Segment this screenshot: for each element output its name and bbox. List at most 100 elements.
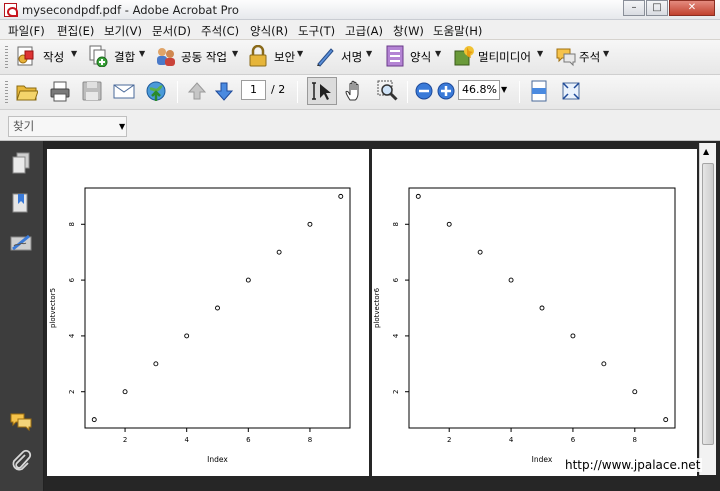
find-dropdown-icon[interactable]: ▼ xyxy=(119,122,125,131)
attachments-paperclip-icon[interactable] xyxy=(10,449,32,471)
y-tick-label: 2 xyxy=(392,389,400,393)
data-point xyxy=(477,249,483,255)
y-tick-label: 6 xyxy=(392,277,400,282)
data-point xyxy=(415,193,421,199)
data-point xyxy=(122,389,128,395)
scatter-plot-1: 2 4 6 8 2 4 6 8 Index plotvector5 xyxy=(49,187,351,464)
menu-file[interactable]: 파일(F) xyxy=(8,23,45,39)
close-button[interactable]: ✕ xyxy=(669,0,715,16)
vertical-scrollbar[interactable]: ▲ xyxy=(699,143,716,475)
menu-comments[interactable]: 주석(C) xyxy=(201,23,239,39)
y-tick-label: 4 xyxy=(392,333,400,338)
form-icon xyxy=(386,45,404,67)
save-icon[interactable] xyxy=(81,80,103,102)
y-tick-label: 4 xyxy=(68,333,76,338)
collaborate-button[interactable]: 공동 작업 ▼ xyxy=(155,45,239,69)
fit-page-icon[interactable] xyxy=(560,80,582,102)
zoom-in-icon[interactable] xyxy=(435,80,457,102)
data-point xyxy=(153,361,159,367)
scroll-thumb[interactable] xyxy=(702,163,714,445)
acrobat-icon xyxy=(4,3,18,17)
zoom-out-icon[interactable] xyxy=(413,80,435,102)
maximize-button[interactable]: □ xyxy=(646,0,668,16)
x-tick-label: 4 xyxy=(184,436,189,444)
combine-button[interactable]: 결합 ▼ xyxy=(87,45,147,69)
scroll-up-icon[interactable]: ▲ xyxy=(703,147,709,156)
x-tick-label: 2 xyxy=(447,436,451,444)
x-axis-label: Index xyxy=(532,455,553,464)
data-point xyxy=(91,417,97,423)
create-button[interactable]: 작성 ▼ xyxy=(15,45,77,69)
previous-page-icon[interactable] xyxy=(186,80,208,102)
y-tick-label: 8 xyxy=(68,222,76,226)
menu-view[interactable]: 보기(V) xyxy=(104,23,142,39)
menu-advanced[interactable]: 고급(A) xyxy=(345,23,383,39)
multimedia-icon xyxy=(454,46,474,66)
minimize-button[interactable]: – xyxy=(623,0,645,16)
x-axis-label: Index xyxy=(207,455,228,464)
watermark-url: http://www.jpalace.net xyxy=(563,458,703,472)
fit-width-scroll-icon[interactable] xyxy=(528,80,550,102)
menu-tools[interactable]: 도구(T) xyxy=(298,23,335,39)
lock-icon xyxy=(249,45,267,67)
multimedia-button[interactable]: 멀티미디어 ▼ xyxy=(453,45,545,69)
menu-window[interactable]: 창(W) xyxy=(393,23,424,39)
page-total: / 2 xyxy=(271,83,286,96)
combine-files-icon xyxy=(89,45,108,67)
data-point xyxy=(570,333,576,339)
menu-edit[interactable]: 편집(E) xyxy=(57,23,94,39)
menu-help[interactable]: 도움말(H) xyxy=(433,23,482,39)
data-point xyxy=(632,389,638,395)
next-page-icon[interactable] xyxy=(213,80,235,102)
x-tick-label: 8 xyxy=(308,436,312,444)
create-pdf-icon xyxy=(17,46,34,66)
open-folder-icon[interactable] xyxy=(16,80,38,102)
print-icon[interactable] xyxy=(49,80,71,102)
data-point xyxy=(446,221,452,227)
data-point xyxy=(307,221,313,227)
navigation-pane xyxy=(0,141,44,491)
menu-forms[interactable]: 양식(R) xyxy=(250,23,288,39)
x-tick-label: 6 xyxy=(571,436,576,444)
data-point xyxy=(184,333,190,339)
y-tick-label: 8 xyxy=(392,222,400,226)
tasks-toolbar: 작성 ▼ 결합 ▼ 공동 작업 ▼ 보안 ▼ 서명 ▼ 양식 ▼ 멀티미디어 ▼… xyxy=(0,40,720,75)
secure-button[interactable]: 보안 ▼ xyxy=(247,45,305,69)
data-point xyxy=(663,417,669,423)
signatures-panel-icon[interactable] xyxy=(10,232,32,254)
email-icon[interactable] xyxy=(113,80,135,102)
data-point xyxy=(508,277,514,283)
bookmarks-panel-icon[interactable] xyxy=(10,192,32,214)
comments-panel-icon[interactable] xyxy=(10,411,32,433)
menu-document[interactable]: 문서(D) xyxy=(152,23,191,39)
data-point xyxy=(276,249,282,255)
web-upload-icon[interactable] xyxy=(145,80,167,102)
marquee-zoom-icon[interactable] xyxy=(377,80,399,102)
scatter-plot-2: 2 4 6 8 2 4 6 8 Index plotvector6 xyxy=(373,187,676,464)
data-point xyxy=(539,305,545,311)
x-tick-label: 8 xyxy=(633,436,637,444)
y-tick-label: 6 xyxy=(68,277,76,282)
comment-button[interactable]: 주석 ▼ xyxy=(555,45,615,69)
forms-button[interactable]: 양식 ▼ xyxy=(384,45,444,69)
sign-button[interactable]: 서명 ▼ xyxy=(314,45,374,69)
y-axis-label: plotvector5 xyxy=(49,288,57,328)
data-point xyxy=(601,361,607,367)
toolbar-grip[interactable] xyxy=(5,46,8,70)
comment-icon xyxy=(556,48,576,67)
hand-tool-icon[interactable] xyxy=(344,80,366,102)
y-tick-label: 2 xyxy=(68,389,76,393)
x-tick-label: 6 xyxy=(246,436,251,444)
data-point xyxy=(338,193,344,199)
data-point xyxy=(215,305,220,311)
zoom-dropdown-icon[interactable]: ▼ xyxy=(501,85,507,94)
x-tick-label: 4 xyxy=(509,436,514,444)
zoom-level-input[interactable]: 46.8% xyxy=(458,80,500,100)
toolbar-grip[interactable] xyxy=(5,81,8,105)
collaborate-icon xyxy=(157,48,175,66)
find-input[interactable]: 찾기 xyxy=(8,116,127,137)
pages-panel-icon[interactable] xyxy=(10,152,32,174)
pdf-page-2: 2 4 6 8 2 4 6 8 Index plotvector6 xyxy=(372,149,697,476)
menu-bar: 파일(F) 편집(E) 보기(V) 문서(D) 주석(C) 양식(R) 도구(T… xyxy=(0,20,720,40)
page-number-input[interactable]: 1 xyxy=(241,80,266,100)
